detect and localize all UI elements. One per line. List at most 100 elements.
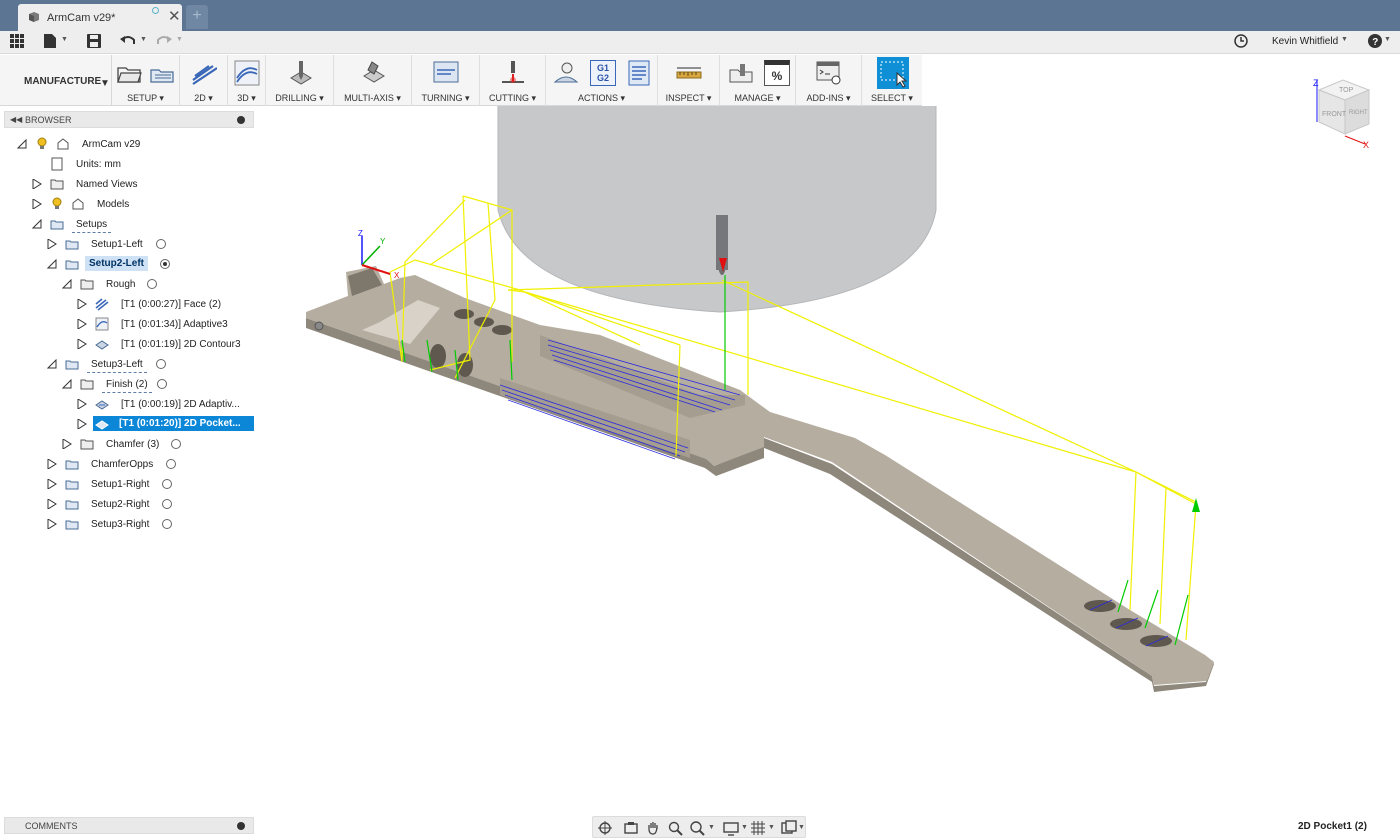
- view-cube-top[interactable]: TOP: [1339, 87, 1354, 94]
- scripts-add-ins-icon[interactable]: [816, 60, 842, 86]
- expanded-arrow-icon[interactable]: [47, 359, 57, 369]
- ribbon-group-cutting[interactable]: CUTTING ▾: [480, 55, 546, 106]
- view-cube-front[interactable]: FRONT: [1322, 111, 1347, 118]
- redo-icon[interactable]: [156, 34, 172, 50]
- ribbon-group-inspect[interactable]: INSPECT ▾: [658, 55, 720, 106]
- undo-icon[interactable]: [120, 34, 136, 50]
- expanded-arrow-icon[interactable]: [62, 279, 72, 289]
- collapsed-arrow-icon[interactable]: [77, 399, 87, 409]
- help-icon[interactable]: ?: [1368, 34, 1382, 50]
- activate-setup-radio[interactable]: [162, 519, 172, 529]
- expanded-arrow-icon[interactable]: [32, 219, 42, 229]
- file-menu-icon[interactable]: [44, 34, 56, 50]
- add-comment-icon[interactable]: [237, 822, 245, 830]
- browser-panel-header[interactable]: ◀◀ BROWSER: [4, 111, 254, 128]
- folder-radio[interactable]: [147, 279, 157, 289]
- expanded-arrow-icon[interactable]: [47, 259, 57, 269]
- sync-status-icon: [152, 7, 159, 14]
- collapsed-arrow-icon[interactable]: [47, 519, 57, 529]
- ribbon-group-setup[interactable]: SETUP ▾: [112, 55, 180, 106]
- close-tab-icon[interactable]: ✕: [168, 9, 181, 24]
- ribbon-group-actions[interactable]: G1 G2 ACTIONS ▾: [546, 55, 658, 106]
- save-icon[interactable]: [87, 34, 101, 50]
- post-process-g1g2-icon[interactable]: G1 G2: [590, 60, 616, 86]
- collapsed-arrow-icon[interactable]: [47, 459, 57, 469]
- select-arrow-icon[interactable]: [877, 57, 909, 89]
- redo-caret-icon[interactable]: ▼: [176, 36, 183, 43]
- data-panel-grid-icon[interactable]: [10, 34, 24, 50]
- viewports-icon[interactable]: [781, 820, 797, 836]
- comments-panel[interactable]: COMMENTS: [4, 817, 254, 834]
- viewports-caret-icon[interactable]: ▼: [798, 824, 805, 831]
- ribbon-group-drilling[interactable]: DRILLING ▾: [266, 55, 334, 106]
- look-at-icon[interactable]: [623, 820, 639, 836]
- pan-hand-icon[interactable]: [645, 820, 661, 836]
- collapsed-arrow-icon[interactable]: [32, 199, 42, 209]
- view-cube-right[interactable]: RIGHT: [1349, 110, 1368, 116]
- orbit-icon[interactable]: [597, 820, 613, 836]
- view-cube[interactable]: TOP FRONT RIGHT Z X: [1305, 76, 1375, 148]
- ribbon-label-add-ins: ADD-INS ▾: [806, 93, 851, 103]
- folder-radio[interactable]: [171, 439, 181, 449]
- lightbulb-icon[interactable]: [50, 197, 64, 211]
- collapsed-arrow-icon[interactable]: [77, 339, 87, 349]
- browser-minimize-icon[interactable]: [237, 116, 245, 124]
- 2d-toolpath-icon[interactable]: [191, 60, 217, 86]
- multi-axis-icon[interactable]: [360, 60, 386, 86]
- setup-sheet-document-icon[interactable]: [626, 60, 652, 86]
- activate-setup-radio[interactable]: [166, 459, 176, 469]
- 3d-toolpath-icon[interactable]: [234, 60, 260, 86]
- undo-caret-icon[interactable]: ▼: [140, 36, 147, 43]
- collapsed-arrow-icon[interactable]: [77, 319, 87, 329]
- ribbon-group-select[interactable]: SELECT ▾: [862, 55, 922, 106]
- display-settings-icon[interactable]: [723, 820, 739, 836]
- zoom-caret-icon[interactable]: ▼: [708, 824, 715, 831]
- lightbulb-icon[interactable]: [35, 137, 49, 151]
- help-caret-icon[interactable]: ▼: [1384, 36, 1391, 43]
- cutting-icon[interactable]: [500, 60, 526, 86]
- document-tab[interactable]: ArmCam v29* ✕: [18, 4, 182, 31]
- collapsed-arrow-icon[interactable]: [62, 439, 72, 449]
- file-menu-caret-icon[interactable]: ▼: [61, 36, 68, 43]
- setup-folder-icon[interactable]: [116, 60, 142, 86]
- collapsed-arrow-icon[interactable]: [77, 419, 87, 429]
- tool-library-icon[interactable]: [728, 60, 754, 86]
- ribbon-group-multi-axis[interactable]: MULTI-AXIS ▾: [334, 55, 412, 106]
- user-account-menu[interactable]: Kevin Whitfield: [1272, 36, 1338, 47]
- collapsed-arrow-icon[interactable]: [47, 239, 57, 249]
- activate-setup-radio[interactable]: [160, 259, 170, 269]
- collapsed-arrow-icon[interactable]: [47, 479, 57, 489]
- zoom-icon[interactable]: [689, 820, 705, 836]
- new-tab-button[interactable]: +: [186, 5, 208, 29]
- expanded-arrow-icon[interactable]: [62, 379, 72, 389]
- grid-settings-icon[interactable]: [750, 820, 766, 836]
- ribbon-group-3d[interactable]: 3D ▾: [228, 55, 266, 106]
- measure-ruler-icon[interactable]: [676, 60, 702, 86]
- turning-icon[interactable]: [433, 60, 459, 86]
- collapsed-arrow-icon[interactable]: [47, 499, 57, 509]
- display-caret-icon[interactable]: ▼: [741, 824, 748, 831]
- setup-sheet-icon[interactable]: [149, 60, 175, 86]
- activate-setup-radio[interactable]: [156, 239, 166, 249]
- zoom-window-icon[interactable]: [667, 820, 683, 836]
- drill-icon[interactable]: [287, 60, 313, 86]
- setup-icon: [65, 460, 79, 470]
- workspace-switcher[interactable]: MANUFACTURE ▼: [8, 55, 112, 106]
- job-status-clock-icon[interactable]: [1234, 34, 1248, 50]
- ribbon-group-add-ins[interactable]: ADD-INS ▾: [796, 55, 862, 106]
- collapsed-arrow-icon[interactable]: [77, 299, 87, 309]
- ribbon-group-turning[interactable]: TURNING ▾: [412, 55, 480, 106]
- activate-setup-radio[interactable]: [162, 479, 172, 489]
- templates-percent-icon[interactable]: %: [764, 60, 790, 86]
- ribbon-group-manage[interactable]: % MANAGE ▾: [720, 55, 796, 106]
- folder-radio[interactable]: [157, 379, 167, 389]
- collapsed-arrow-icon[interactable]: [32, 179, 42, 189]
- simulate-icon[interactable]: [553, 60, 579, 86]
- collapse-panel-icon[interactable]: ◀◀: [10, 115, 22, 124]
- ribbon-group-2d[interactable]: 2D ▾: [180, 55, 228, 106]
- grid-caret-icon[interactable]: ▼: [768, 824, 775, 831]
- user-menu-caret-icon[interactable]: ▼: [1341, 36, 1348, 43]
- activate-setup-radio[interactable]: [162, 499, 172, 509]
- activate-setup-radio[interactable]: [156, 359, 166, 369]
- expanded-arrow-icon[interactable]: [17, 139, 27, 149]
